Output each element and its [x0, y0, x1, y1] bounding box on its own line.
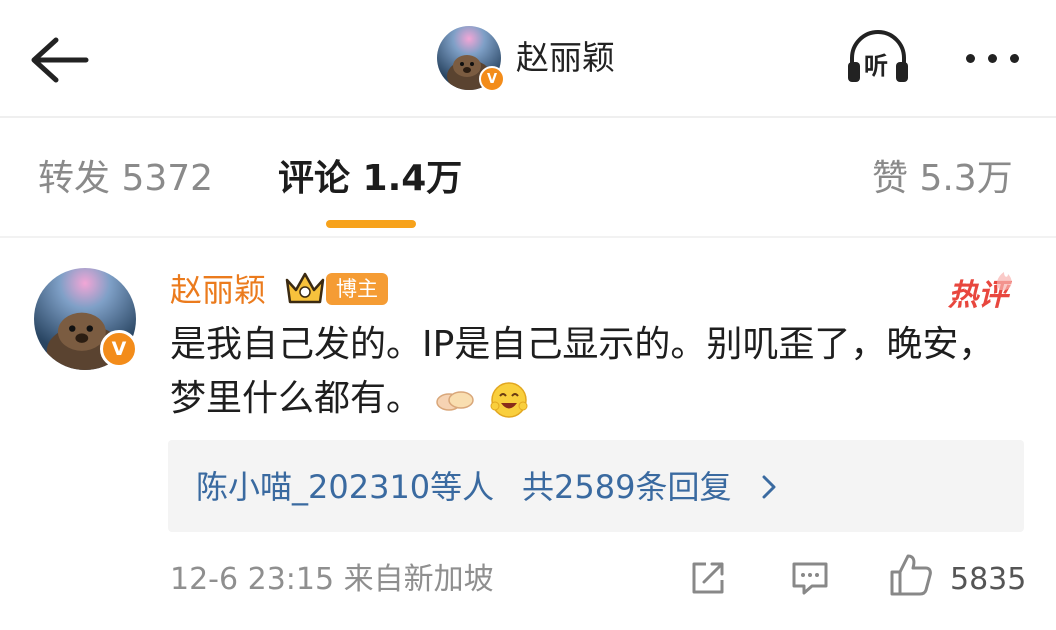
reply-users-link[interactable]: 陈小喵_202310等人	[196, 464, 494, 510]
blogger-badge: 博主	[326, 273, 388, 305]
more-options-icon[interactable]	[966, 48, 1030, 68]
comment-author-name[interactable]: 赵丽颖	[170, 268, 266, 312]
like-count: 5835	[950, 562, 1027, 597]
back-arrow-icon[interactable]	[28, 36, 90, 84]
header-divider	[0, 116, 1056, 118]
handshake-emoji	[436, 391, 475, 411]
reply-count-link[interactable]: 共2589条回复	[522, 464, 731, 510]
comment-body: 是我自己发的。IP是自己显示的。别叽歪了，晚安，梦里什么都有。	[170, 318, 1030, 426]
tab-repost[interactable]: 转发 5372	[38, 154, 213, 204]
comment-avatar[interactable]: V	[34, 268, 138, 370]
comment-reply-icon[interactable]	[790, 558, 830, 598]
share-icon[interactable]	[688, 558, 728, 598]
header-title: 赵丽颖	[516, 38, 615, 77]
thumbs-up-icon[interactable]	[888, 552, 934, 598]
verified-badge-icon: V	[479, 66, 505, 92]
chevron-right-icon	[762, 475, 776, 499]
flame-icon	[997, 272, 1012, 290]
comment-text: 是我自己发的。IP是自己显示的。别叽歪了，晚安，梦里什么都有。	[170, 324, 995, 419]
header-avatar[interactable]: V	[437, 26, 505, 92]
listen-label: 听	[864, 52, 888, 80]
comment-timestamp: 12-6 23:15 来自新加坡	[170, 562, 494, 597]
listen-button[interactable]: 听	[844, 28, 912, 88]
tabs-divider	[0, 236, 1056, 238]
active-tab-indicator	[326, 220, 416, 228]
crown-icon	[285, 272, 325, 304]
tab-comments[interactable]: 评论 1.4万	[278, 154, 462, 204]
hot-comment-badge: 热评	[948, 262, 1022, 313]
laughing-emoji	[490, 382, 528, 418]
tab-likes[interactable]: 赞 5.3万	[872, 154, 1013, 204]
verified-badge-icon: V	[100, 330, 138, 368]
